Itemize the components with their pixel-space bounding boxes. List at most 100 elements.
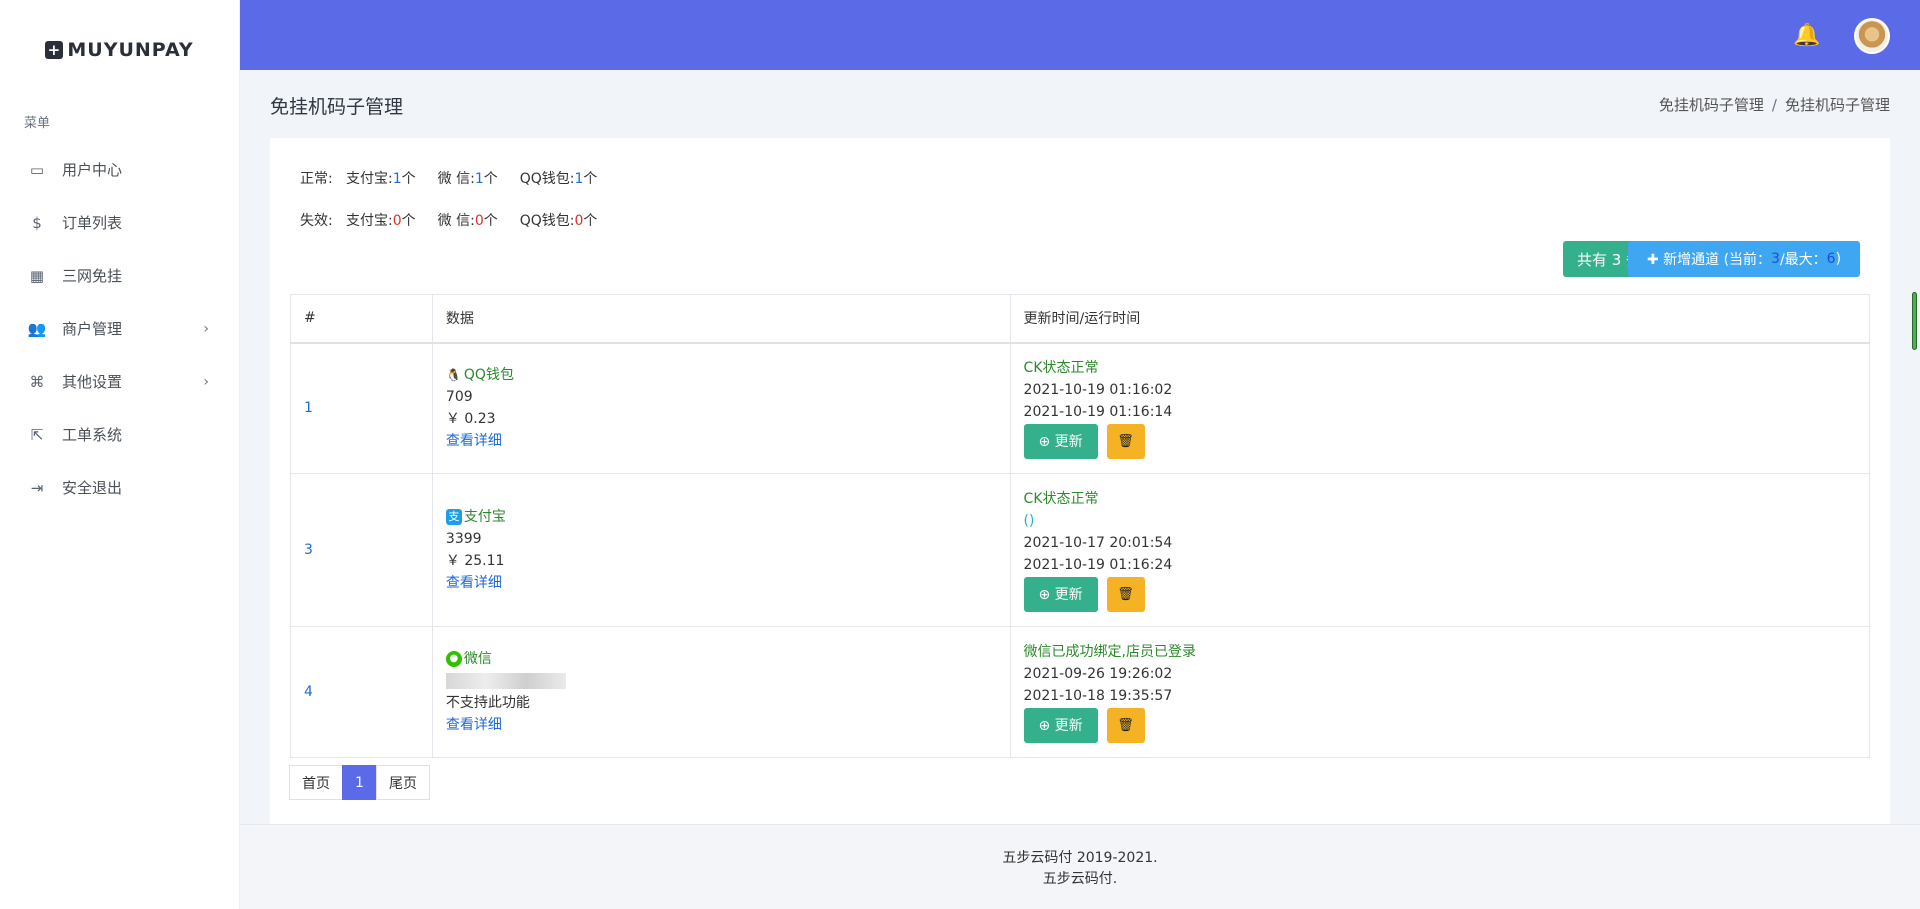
alipay-icon: 支 (445, 509, 462, 525)
view-detail-link[interactable]: 查看详细 (446, 714, 997, 736)
stats-invalid-row: 失效: 支付宝:0个 微 信:0个 QQ钱包:0个 (300, 210, 619, 230)
sidebar-item-label: 用户中心 (62, 161, 123, 179)
scrollbar-thumb[interactable] (1912, 292, 1917, 350)
status-text: 微信已成功绑定,店员已登录 (1023, 644, 1196, 660)
status-extra: () (1023, 513, 1035, 529)
update-button[interactable]: ⊕ 更新 (1023, 708, 1098, 743)
qq-icon: 🐧 (445, 367, 462, 384)
update-button[interactable]: ⊕ 更新 (1023, 577, 1098, 612)
row-index: 3 (290, 473, 433, 627)
sidebar-item-user-center[interactable]: ▭ 用户中心 (0, 143, 239, 196)
page-first[interactable]: 首页 (289, 765, 343, 800)
sidebar-item-three-network[interactable]: ▦ 三网免挂 (0, 249, 239, 302)
users-icon: 👥 (27, 319, 47, 338)
top-header: 🔔 (240, 0, 1920, 70)
row-index: 1 (290, 342, 433, 474)
column-header: # (290, 294, 433, 344)
wechat-icon: ● (445, 651, 462, 667)
trash-icon[interactable]: 🗑 (1106, 424, 1145, 460)
table-row: 1 🐧 QQ钱包 709 ￥ 0.23 查看详细 CK状态正常 2021-10-1… (290, 342, 1871, 474)
row-data: ● 微信 不支持此功能 查看详细 (431, 626, 1011, 758)
table-header-row: # 数据 更新时间/运行时间 (290, 294, 1871, 344)
stat-qq: QQ钱包:1个 (519, 171, 598, 187)
update-time: 2021-10-17 20:01:54 (1023, 535, 1173, 551)
breadcrumb-item-current: 免挂机码子管理 (1784, 96, 1890, 114)
breadcrumb-separator: / (1771, 96, 1777, 114)
row-data: 🐧 QQ钱包 709 ￥ 0.23 查看详细 (431, 342, 1011, 474)
sidebar: + MUYUNPAY 菜单 ▭ 用户中心 $ 订单列表 ▦ 三网免挂 👥 商户管… (0, 0, 240, 909)
breadcrumb-item[interactable]: 免挂机码子管理 (1659, 96, 1764, 114)
status-text: CK状态正常 (1023, 360, 1099, 377)
bell-icon[interactable]: 🔔 (1793, 22, 1820, 48)
share-icon: ⇱ (30, 425, 44, 444)
sidebar-item-label: 商户管理 (62, 320, 123, 338)
channel-type: 支支付宝 (445, 506, 997, 528)
column-header: 数据 (431, 294, 1011, 344)
chevron-right-icon: › (203, 373, 209, 390)
page-current[interactable]: 1 (342, 765, 377, 800)
amount-value: ￥ 25.11 (445, 553, 505, 569)
dollar-icon: $ (32, 213, 42, 232)
footer-copyright: 五步云码付 2019-2021. (1002, 850, 1158, 866)
stat-alipay: 支付宝:1个 (346, 171, 416, 187)
brand-plus-icon: + (45, 41, 64, 59)
sidebar-item-label: 安全退出 (62, 479, 123, 497)
account-value-blurred (445, 670, 997, 692)
page-title: 免挂机码子管理 (270, 96, 404, 118)
row-times: 微信已成功绑定,店员已登录 2021-09-26 19:26:02 2021-1… (1009, 626, 1871, 758)
command-icon: ⌘ (29, 372, 45, 391)
sidebar-item-other-settings[interactable]: ⌘ 其他设置 › (0, 355, 239, 408)
channel-type: 🐧 QQ钱包 (445, 367, 514, 384)
avatar[interactable] (1854, 18, 1890, 54)
add-channel-button[interactable]: ✚ 新增通道 (当前： 3/最大： 6) (1628, 241, 1860, 277)
stat-alipay: 支付宝:0个 (346, 213, 416, 229)
brand-logo[interactable]: + MUYUNPAY (0, 0, 239, 100)
trash-icon[interactable]: 🗑 (1106, 708, 1145, 743)
sidebar-item-ticket[interactable]: ⇱ 工单系统 (0, 408, 239, 461)
view-detail-link[interactable]: 查看详细 (446, 572, 997, 594)
stats-label: 正常: (300, 171, 333, 187)
main-card: 正常: 支付宝:1个 微 信:1个 QQ钱包:1个 失效: 支付宝:0个 微 信… (270, 138, 1890, 824)
channel-table: # 数据 更新时间/运行时间 1 🐧 QQ钱包 709 ￥ 0.23 查看详细 C… (290, 294, 1871, 758)
stats-normal-row: 正常: 支付宝:1个 微 信:1个 QQ钱包:1个 (300, 168, 619, 188)
sidebar-item-label: 其他设置 (62, 373, 123, 391)
update-button[interactable]: ⊕ 更新 (1023, 424, 1098, 460)
trash-icon[interactable]: 🗑 (1106, 577, 1145, 612)
table-row: 3 支支付宝 3399 ￥ 25.11 查看详细 CK状态正常 () 2021-… (290, 473, 1871, 627)
page-last[interactable]: 尾页 (376, 765, 430, 800)
breadcrumb: 免挂机码子管理 / 免挂机码子管理 (1659, 94, 1890, 115)
row-times: CK状态正常 () 2021-10-17 20:01:54 2021-10-19… (1009, 473, 1871, 627)
channel-type: ● 微信 (445, 648, 997, 670)
account-value: 3399 (445, 531, 482, 547)
row-times: CK状态正常 2021-10-19 01:16:02 2021-10-19 01… (1009, 342, 1871, 474)
sidebar-item-logout[interactable]: ⇥ 安全退出 (0, 461, 239, 514)
monitor-icon: ▭ (29, 160, 45, 179)
amount-value: ￥ 0.23 (445, 411, 496, 428)
view-detail-link[interactable]: 查看详细 (446, 430, 997, 452)
sidebar-item-label: 工单系统 (62, 426, 123, 444)
pagination: 首页 1 尾页 (289, 765, 430, 800)
row-data: 支支付宝 3399 ￥ 25.11 查看详细 (431, 473, 1011, 627)
table-row: 4 ● 微信 不支持此功能 查看详细 微信已成功绑定,店员已登录 2021-09-… (290, 626, 1871, 758)
sidebar-item-order-list[interactable]: $ 订单列表 (0, 196, 239, 249)
stat-wechat: 微 信:0个 (437, 213, 498, 229)
sidebar-item-merchant[interactable]: 👥 商户管理 › (0, 302, 239, 355)
stat-qq: QQ钱包:0个 (519, 213, 598, 229)
logout-icon: ⇥ (30, 478, 44, 497)
stats-label: 失效: (300, 213, 333, 229)
brand-name: MUYUNPAY (67, 39, 194, 61)
run-time: 2021-10-19 01:16:14 (1023, 404, 1173, 421)
stat-wechat: 微 信:1个 (437, 171, 498, 187)
qrcode-icon: ▦ (29, 266, 45, 285)
footer-brand: 五步云码付. (1042, 871, 1118, 887)
sidebar-item-label: 订单列表 (62, 214, 123, 232)
column-header: 更新时间/运行时间 (1009, 294, 1871, 344)
menu-section-title: 菜单 (24, 116, 51, 131)
update-time: 2021-09-26 19:26:02 (1023, 666, 1173, 682)
footer: 五步云码付 2019-2021. 五步云码付. (240, 824, 1920, 909)
account-value: 709 (445, 389, 473, 406)
run-time: 2021-10-18 19:35:57 (1023, 688, 1173, 704)
run-time: 2021-10-19 01:16:24 (1023, 557, 1173, 573)
chevron-right-icon: › (203, 320, 209, 337)
sidebar-item-label: 三网免挂 (62, 267, 123, 285)
